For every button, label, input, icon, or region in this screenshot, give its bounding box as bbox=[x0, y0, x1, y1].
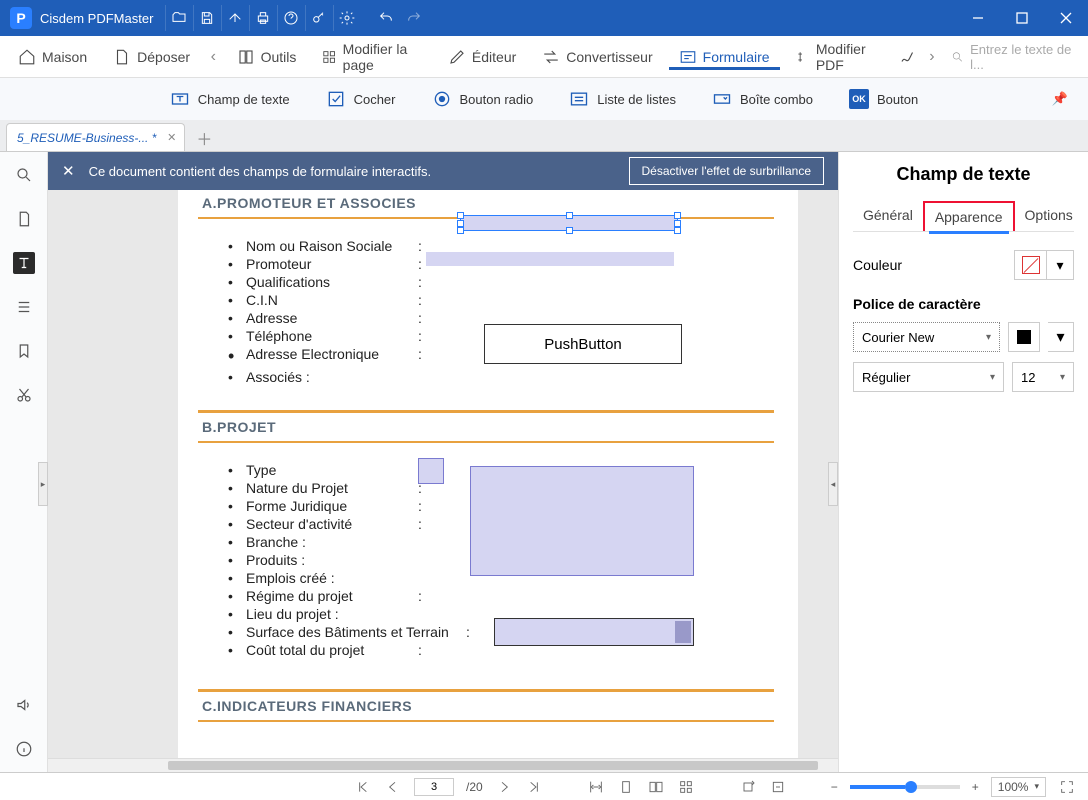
prev-page-icon[interactable] bbox=[384, 778, 402, 796]
first-page-icon[interactable] bbox=[354, 778, 372, 796]
collapse-right-panel[interactable]: ◂ bbox=[828, 462, 838, 506]
tab-general[interactable]: Général bbox=[853, 201, 923, 231]
grid-view-icon[interactable] bbox=[677, 778, 695, 796]
page-total: /20 bbox=[466, 780, 483, 794]
text-field-selected[interactable] bbox=[460, 215, 678, 231]
share-icon[interactable] bbox=[221, 5, 247, 31]
fullscreen-icon[interactable] bbox=[1058, 778, 1076, 796]
ribbon-editor[interactable]: Éditeur bbox=[438, 44, 526, 70]
actual-size-icon[interactable] bbox=[769, 778, 787, 796]
page-input[interactable] bbox=[414, 778, 454, 796]
color-none-swatch[interactable] bbox=[1014, 250, 1046, 280]
font-size-select[interactable]: 12▾ bbox=[1012, 362, 1074, 392]
zoom-out-icon[interactable]: − bbox=[831, 780, 838, 794]
chevron-left-icon[interactable]: ‹ bbox=[206, 48, 221, 66]
tool-combobox[interactable]: Boîte combo bbox=[712, 89, 813, 109]
fit-width-icon[interactable] bbox=[587, 778, 605, 796]
pdf-page: A.PROMOTEUR ET ASSOCIES •Nom ou Raison S… bbox=[178, 152, 798, 772]
tool-button[interactable]: OKBouton bbox=[849, 89, 918, 109]
zoom-select[interactable]: 100%▾ bbox=[991, 777, 1046, 797]
key-icon[interactable] bbox=[305, 5, 331, 31]
text-field[interactable] bbox=[426, 252, 674, 266]
outline-panel-icon[interactable] bbox=[13, 296, 35, 318]
add-tab-button[interactable]: ＋ bbox=[191, 125, 217, 151]
disable-highlight-button[interactable]: Désactiver l'effet de surbrillance bbox=[629, 157, 824, 185]
horizontal-scrollbar[interactable] bbox=[48, 758, 838, 772]
panel-title: Champ de texte bbox=[853, 164, 1074, 185]
color-label: Couleur bbox=[853, 257, 902, 273]
pin-icon[interactable]: 📌 bbox=[1052, 91, 1068, 107]
undo-icon[interactable] bbox=[373, 5, 399, 31]
font-label: Police de caractère bbox=[853, 296, 1074, 312]
tab-appearance[interactable]: Apparence bbox=[923, 201, 1015, 231]
print-icon[interactable] bbox=[249, 5, 275, 31]
document-tab[interactable]: 5_RESUME-Business-... *✕ bbox=[6, 123, 185, 151]
tool-listbox[interactable]: Liste de listes bbox=[569, 89, 676, 109]
tab-options[interactable]: Options bbox=[1015, 201, 1083, 231]
search-input[interactable]: Entrez le texte de l... bbox=[951, 42, 1080, 72]
font-color-swatch[interactable] bbox=[1008, 322, 1040, 352]
close-tab-icon[interactable]: ✕ bbox=[167, 131, 176, 144]
maximize-button[interactable] bbox=[1000, 0, 1044, 36]
next-page-icon[interactable] bbox=[495, 778, 513, 796]
app-logo: P bbox=[10, 7, 32, 29]
ribbon-convert[interactable]: Convertisseur bbox=[532, 44, 662, 70]
two-page-icon[interactable] bbox=[647, 778, 665, 796]
ribbon-file[interactable]: Déposer bbox=[103, 44, 200, 70]
font-color-dropdown[interactable]: ▾ bbox=[1048, 322, 1074, 352]
bookmark-panel-icon[interactable] bbox=[13, 340, 35, 362]
zoom-slider[interactable] bbox=[850, 785, 960, 789]
ribbon-modpage[interactable]: Modifier la page bbox=[312, 37, 432, 77]
font-style-select[interactable]: Régulier▾ bbox=[853, 362, 1004, 392]
chevron-right-icon[interactable]: › bbox=[925, 48, 940, 66]
section-b-header: B.PROJET bbox=[198, 410, 774, 443]
info-icon[interactable] bbox=[13, 738, 35, 760]
help-icon[interactable] bbox=[277, 5, 303, 31]
minimize-button[interactable] bbox=[956, 0, 1000, 36]
save-icon[interactable] bbox=[193, 5, 219, 31]
section-c-header: C.INDICATEURS FINANCIERS bbox=[198, 689, 774, 722]
listbox-field[interactable] bbox=[470, 466, 694, 576]
tool-checkbox[interactable]: Cocher bbox=[326, 89, 396, 109]
combobox-field[interactable] bbox=[494, 618, 694, 646]
color-dropdown[interactable]: ▾ bbox=[1046, 250, 1074, 280]
banner-close-icon[interactable]: ✕ bbox=[62, 162, 75, 180]
search-panel-icon[interactable] bbox=[13, 164, 35, 186]
push-button-field[interactable]: PushButton bbox=[484, 324, 682, 364]
checkbox-field[interactable] bbox=[418, 458, 444, 484]
tool-text-field[interactable]: Champ de texte bbox=[170, 89, 290, 109]
ribbon-modpdf[interactable]: Modifier PDF bbox=[786, 37, 891, 77]
ribbon-form[interactable]: Formulaire bbox=[669, 44, 780, 70]
zoom-in-icon[interactable]: + bbox=[972, 780, 979, 794]
settings-icon[interactable] bbox=[333, 5, 359, 31]
open-icon[interactable] bbox=[165, 5, 191, 31]
app-title: Cisdem PDFMaster bbox=[40, 11, 153, 26]
font-select[interactable]: Courier New▾ bbox=[853, 322, 1000, 352]
text-panel-icon[interactable] bbox=[13, 252, 35, 274]
single-page-icon[interactable] bbox=[617, 778, 635, 796]
tool-radio[interactable]: Bouton radio bbox=[432, 89, 534, 109]
cut-icon[interactable] bbox=[13, 384, 35, 406]
expand-left-panel[interactable]: ▸ bbox=[38, 462, 48, 506]
redo-icon[interactable] bbox=[401, 5, 427, 31]
close-button[interactable] bbox=[1044, 0, 1088, 36]
ribbon-tools[interactable]: Outils bbox=[227, 44, 307, 70]
ribbon-sign[interactable] bbox=[897, 44, 919, 70]
rotate-icon[interactable] bbox=[739, 778, 757, 796]
sound-icon[interactable] bbox=[13, 694, 35, 716]
last-page-icon[interactable] bbox=[525, 778, 543, 796]
banner-message: Ce document contient des champs de formu… bbox=[89, 164, 432, 179]
ribbon-home[interactable]: Maison bbox=[8, 44, 97, 70]
pages-panel-icon[interactable] bbox=[13, 208, 35, 230]
